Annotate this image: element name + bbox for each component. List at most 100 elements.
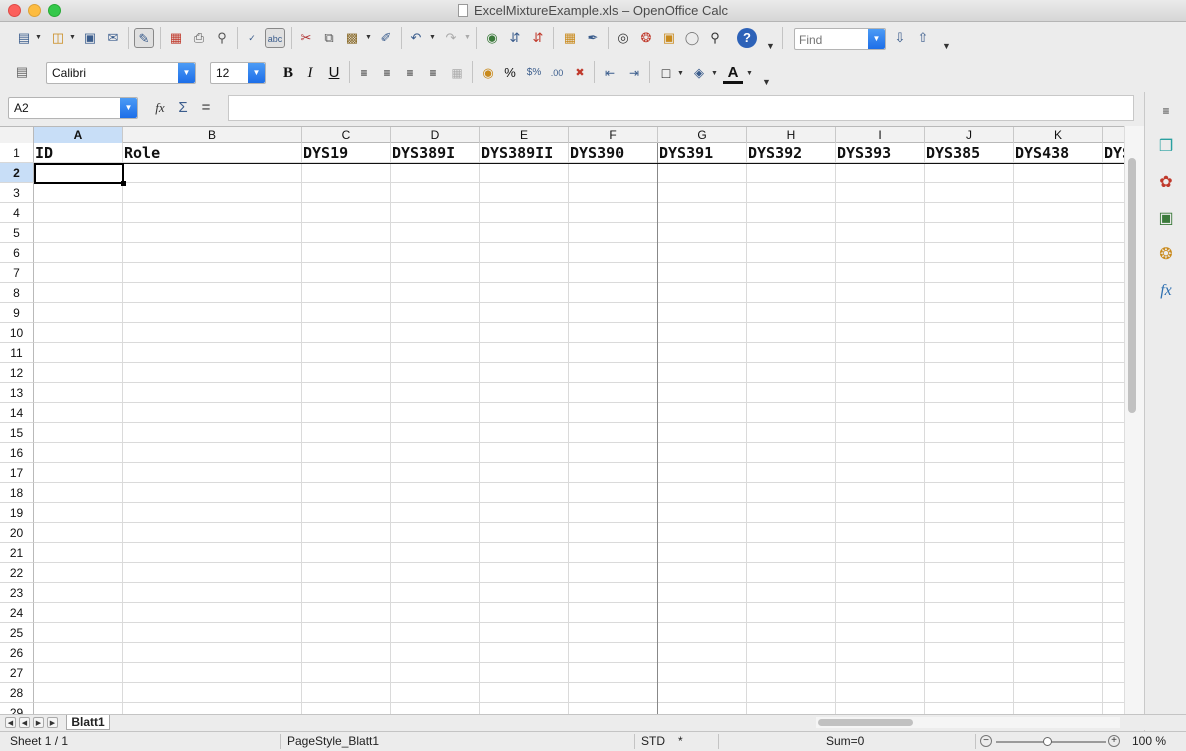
increase-indent-icon[interactable]: ⇥ [624, 64, 644, 82]
row-header-10[interactable]: 10 [0, 323, 34, 343]
align-center-icon[interactable]: ≡ [377, 64, 397, 82]
cell-cursor[interactable] [34, 163, 126, 186]
find-dropdown-chevron-icon[interactable]: ▼ [868, 29, 885, 49]
new-document-icon[interactable]: ▤ [14, 28, 34, 48]
previous-sheet-arrow-icon[interactable]: ◀ [19, 717, 30, 728]
find-next-arrow-down-icon[interactable]: ⇩ [890, 28, 910, 48]
page-style[interactable]: PageStyle_Blatt1 [287, 732, 379, 751]
cell-area[interactable]: ID Role DYS19 DYS389I DYS389II DYS390 DYS391 DY… [34, 143, 1124, 714]
align-left-icon[interactable]: ≡ [354, 64, 374, 82]
header-cell[interactable]: DYS390 [569, 143, 657, 163]
header-cell[interactable]: DYS393 [836, 143, 924, 163]
sum-sigma-icon[interactable]: Σ [173, 98, 193, 118]
row-header-26[interactable]: 26 [0, 643, 34, 663]
autospellcheck-icon[interactable]: abc [265, 28, 285, 48]
align-right-icon[interactable]: ≡ [400, 64, 420, 82]
delete-decimal-icon[interactable]: ✖ [570, 64, 590, 82]
open-folder-icon[interactable]: ◫ [48, 28, 68, 48]
header-cell[interactable]: ID [34, 143, 122, 163]
zoom-level[interactable]: 100 % [1132, 732, 1166, 751]
row-header-8[interactable]: 8 [0, 283, 34, 303]
row-header-14[interactable]: 14 [0, 403, 34, 423]
column-header-a[interactable]: A [34, 127, 123, 143]
spreadsheet-grid[interactable]: ABCDEFGHIJK 1 2 3 4 5 6 7 8 9 10 11 12 13 14 15 16 17 18 1… [0, 126, 1124, 714]
row-header-12[interactable]: 12 [0, 363, 34, 383]
horizontal-scrollbar[interactable] [816, 717, 1120, 728]
header-cell[interactable]: DYS389I [391, 143, 479, 163]
row-header-1[interactable]: 1 [0, 143, 34, 163]
name-box-chevron-down-icon[interactable]: ▼ [120, 98, 137, 118]
fill-handle[interactable] [121, 181, 126, 186]
row-header-25[interactable]: 25 [0, 623, 34, 643]
header-cell[interactable]: Role [123, 143, 301, 163]
font-color-icon[interactable]: A [723, 64, 743, 84]
row-header-28[interactable]: 28 [0, 683, 34, 703]
row-header-4[interactable]: 4 [0, 203, 34, 223]
find-previous-arrow-up-icon[interactable]: ⇧ [913, 28, 933, 48]
row-header-21[interactable]: 21 [0, 543, 34, 563]
column-header-d[interactable]: D [391, 127, 480, 143]
row-header-2[interactable]: 2 [0, 163, 34, 183]
header-cell[interactable]: DYS391 [658, 143, 746, 163]
sheet-tab-blatt1[interactable]: Blatt1 [66, 715, 110, 730]
find-box[interactable]: ▼ [794, 28, 886, 50]
borders-dropdown-chevron-icon[interactable]: ▼ [677, 64, 684, 84]
row-header-13[interactable]: 13 [0, 383, 34, 403]
row-header-19[interactable]: 19 [0, 503, 34, 523]
gallery-icon[interactable]: ▣ [659, 28, 679, 48]
row-header-20[interactable]: 20 [0, 523, 34, 543]
font-size-combobox[interactable]: 12 ▼ [210, 62, 266, 84]
row-header-29[interactable]: 29 [0, 703, 34, 714]
next-sheet-arrow-icon[interactable]: ▶ [33, 717, 44, 728]
row-header-15[interactable]: 15 [0, 423, 34, 443]
edit-file-icon[interactable]: ✎ [134, 28, 154, 48]
toolbar-overflow-icon[interactable]: ▼ [766, 36, 775, 56]
row-header-23[interactable]: 23 [0, 583, 34, 603]
font-name-chevron-down-icon[interactable]: ▼ [178, 63, 195, 83]
find-replace-binoculars-icon[interactable]: ◎ [613, 28, 633, 48]
column-header-g[interactable]: G [658, 127, 747, 143]
copy-icon[interactable]: ⧉ [319, 28, 339, 48]
font-name-combobox[interactable]: Calibri ▼ [46, 62, 196, 84]
insert-chart-icon[interactable]: ▦ [560, 28, 580, 48]
decrease-indent-icon[interactable]: ⇤ [600, 64, 620, 82]
column-header-b[interactable]: B [123, 127, 302, 143]
last-sheet-arrow-icon[interactable]: ▶ [47, 717, 58, 728]
background-color-icon[interactable]: ◈ [689, 64, 709, 82]
function-wizard-icon[interactable]: fx [150, 98, 170, 118]
name-box[interactable]: A2 ▼ [8, 97, 138, 119]
paste-icon[interactable]: ▩ [342, 28, 362, 48]
vertical-scroll-thumb[interactable] [1128, 158, 1136, 413]
justify-icon[interactable]: ≡ [423, 64, 443, 82]
redo-icon[interactable]: ↷ [441, 28, 461, 48]
percent-format-button[interactable]: % [500, 64, 520, 82]
zoom-slider-thumb[interactable] [1043, 737, 1052, 746]
sidebar-menu-icon[interactable]: ≡ [1155, 100, 1177, 122]
print-icon[interactable]: ⎙ [189, 28, 209, 48]
bold-button[interactable]: B [278, 64, 298, 82]
background-color-dropdown-chevron-icon[interactable]: ▼ [711, 64, 718, 84]
row-header-18[interactable]: 18 [0, 483, 34, 503]
zoom-magnifier-icon[interactable]: ⚲ [705, 28, 725, 48]
column-header-i[interactable]: I [836, 127, 925, 143]
formula-input[interactable] [228, 95, 1134, 121]
row-header-3[interactable]: 3 [0, 183, 34, 203]
redo-dropdown-chevron-icon[interactable]: ▼ [464, 28, 471, 48]
formatting-toolbar-overflow-icon[interactable]: ▼ [762, 72, 771, 92]
cut-icon[interactable]: ✂ [296, 28, 316, 48]
navigator-icon[interactable]: ❂ [1155, 244, 1177, 266]
export-pdf-icon[interactable]: ▦ [166, 28, 186, 48]
properties-cube-icon[interactable]: ❒ [1155, 136, 1177, 158]
merge-cells-icon[interactable]: ▦ [447, 64, 467, 82]
row-header-27[interactable]: 27 [0, 663, 34, 683]
row-header-16[interactable]: 16 [0, 443, 34, 463]
help-icon[interactable]: ? [737, 28, 757, 48]
selection-mode[interactable]: STD [641, 732, 665, 751]
column-header-e[interactable]: E [480, 127, 569, 143]
row-header-24[interactable]: 24 [0, 603, 34, 623]
row-header-5[interactable]: 5 [0, 223, 34, 243]
clone-formatting-icon[interactable]: ✐ [376, 28, 396, 48]
row-header-9[interactable]: 9 [0, 303, 34, 323]
find-input[interactable] [799, 32, 865, 47]
borders-icon[interactable]: □ [656, 64, 676, 82]
